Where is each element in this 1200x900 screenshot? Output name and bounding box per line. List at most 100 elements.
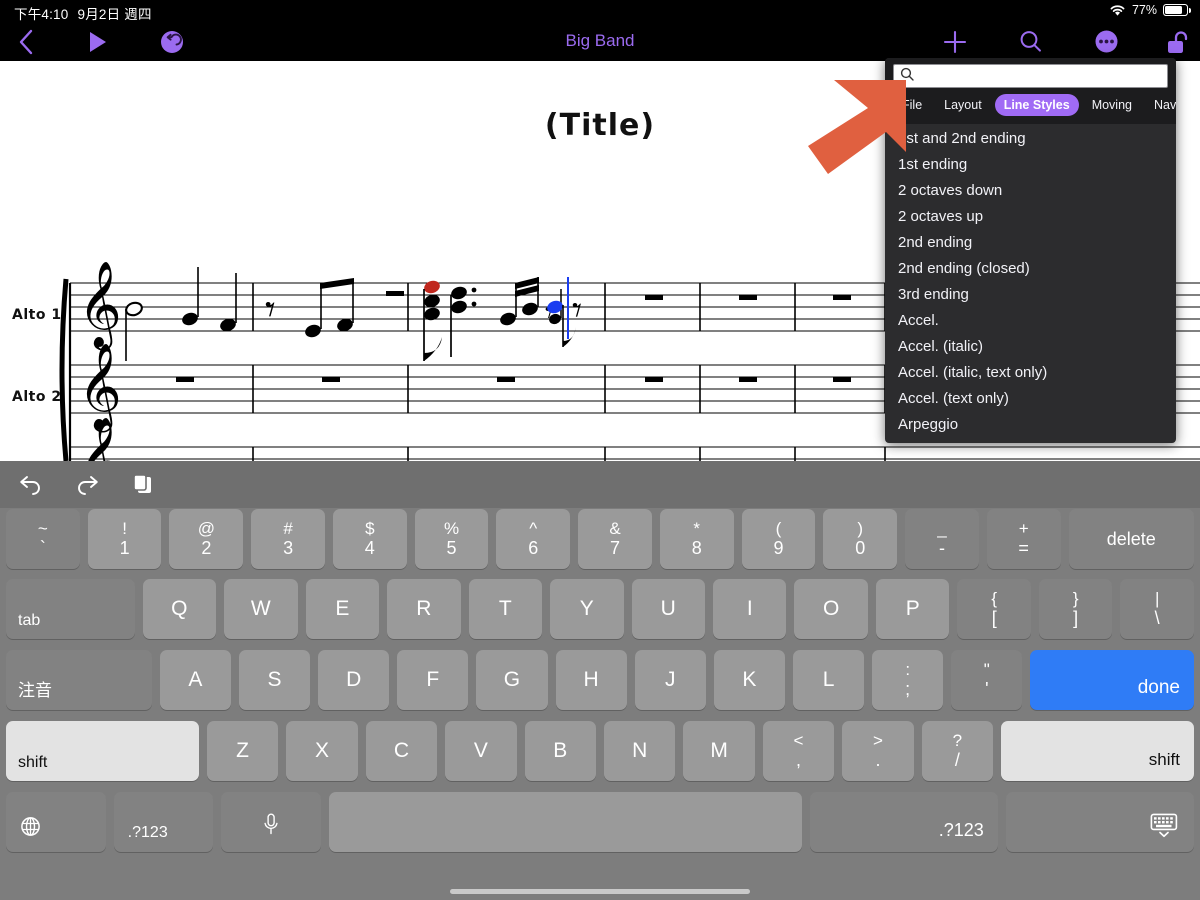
key-numeric-right[interactable]: .?123: [809, 792, 998, 852]
battery-icon: [1163, 4, 1191, 16]
key-r[interactable]: R: [387, 579, 461, 639]
key-3[interactable]: # 3: [251, 509, 325, 569]
key-4[interactable]: $ 4: [332, 509, 407, 569]
key-d[interactable]: D: [318, 650, 390, 710]
list-item[interactable]: Accel. (italic): [885, 334, 1176, 360]
key-shift-left[interactable]: shift: [6, 721, 199, 781]
key-v[interactable]: V: [445, 721, 517, 781]
search-input[interactable]: [919, 66, 1161, 86]
hide-keyboard-icon[interactable]: [1005, 792, 1194, 852]
list-item[interactable]: Accel. (text only): [885, 386, 1176, 412]
key-7[interactable]: & 7: [578, 509, 652, 569]
key-0[interactable]: ) 0: [823, 509, 898, 569]
keyboard-row-shift: shift Z X C V B N M < , > . ? / shift: [0, 721, 1200, 792]
key-s[interactable]: S: [238, 650, 311, 710]
key-o[interactable]: O: [794, 579, 868, 639]
undo-icon[interactable]: [16, 470, 46, 500]
list-item[interactable]: 2nd ending (closed): [885, 256, 1176, 282]
list-item[interactable]: 1st ending: [885, 152, 1176, 178]
key-8[interactable]: * 8: [659, 509, 734, 569]
battery-percent: 77%: [1131, 3, 1157, 17]
key-numeric-left[interactable]: .?123: [113, 792, 214, 852]
popover-tab-bar: File Layout Line Styles Moving Navigati: [885, 92, 1176, 124]
key-a[interactable]: A: [159, 650, 231, 710]
list-item[interactable]: 1st and 2nd ending: [885, 126, 1176, 152]
popover-search-field[interactable]: [893, 64, 1168, 88]
key-9[interactable]: ( 9: [741, 509, 816, 569]
list-item[interactable]: Accel.: [885, 308, 1176, 334]
key-c[interactable]: C: [365, 721, 438, 781]
key-w[interactable]: W: [224, 579, 298, 639]
key-h[interactable]: H: [555, 650, 627, 710]
key-bracket-right[interactable]: } ]: [1038, 579, 1113, 639]
key-6[interactable]: ^ 6: [496, 509, 571, 569]
svg-text:𝄾: 𝄾: [572, 288, 582, 332]
list-item[interactable]: 2 octaves up: [885, 204, 1176, 230]
microphone-icon[interactable]: [221, 792, 322, 852]
tab-moving[interactable]: Moving: [1083, 94, 1141, 116]
key-backslash[interactable]: | \: [1120, 579, 1194, 639]
plus-icon[interactable]: [935, 22, 975, 61]
key-delete[interactable]: delete: [1068, 509, 1194, 569]
list-item[interactable]: 2nd ending: [885, 230, 1176, 256]
key-period[interactable]: > .: [842, 721, 914, 781]
key-e[interactable]: E: [305, 579, 380, 639]
key-2[interactable]: @ 2: [169, 509, 244, 569]
globe-icon[interactable]: [6, 792, 106, 852]
unlocked-padlock-icon[interactable]: [1160, 22, 1196, 61]
key-j[interactable]: J: [634, 650, 706, 710]
tab-line-styles[interactable]: Line Styles: [994, 94, 1079, 116]
key-g[interactable]: G: [476, 650, 548, 710]
key-quote[interactable]: " ': [951, 650, 1023, 710]
key-q[interactable]: Q: [142, 579, 217, 639]
keyboard-rows: ~ ` ! 1 @ 2 # 3 $ 4 % 5 ^ 6 & 7 * 8 (9 …: [0, 508, 1200, 863]
list-item[interactable]: 3rd ending: [885, 282, 1176, 308]
key-slash[interactable]: ? /: [921, 721, 994, 781]
search-icon[interactable]: [1010, 22, 1050, 61]
line-styles-list[interactable]: 1st and 2nd ending 1st ending 2 octaves …: [885, 124, 1176, 438]
more-circle-icon[interactable]: [1086, 22, 1126, 61]
key-t[interactable]: T: [468, 579, 543, 639]
key-i[interactable]: I: [713, 579, 787, 639]
keyboard-row-home: 注音 A S D F G H J K L : ; " ' done: [0, 650, 1200, 721]
key-equals[interactable]: + =: [986, 509, 1061, 569]
status-bar: 下午4:10 9月2日 週四 77%: [0, 0, 1200, 22]
key-5[interactable]: % 5: [414, 509, 489, 569]
key-done[interactable]: done: [1030, 650, 1195, 710]
key-backtick[interactable]: ~ `: [6, 509, 80, 569]
key-b[interactable]: B: [524, 721, 596, 781]
key-k[interactable]: K: [713, 650, 785, 710]
key-1[interactable]: ! 1: [87, 509, 162, 569]
key-u[interactable]: U: [631, 579, 705, 639]
key-l[interactable]: L: [792, 650, 865, 710]
redo-icon[interactable]: [72, 470, 102, 500]
onscreen-keyboard: ~ ` ! 1 @ 2 # 3 $ 4 % 5 ^ 6 & 7 * 8 (9 …: [0, 461, 1200, 900]
key-f[interactable]: F: [397, 650, 469, 710]
key-n[interactable]: N: [603, 721, 676, 781]
line-styles-popover[interactable]: File Layout Line Styles Moving Navigati …: [885, 58, 1176, 443]
key-minus[interactable]: _ -: [905, 509, 979, 569]
keyboard-row-qwerty: tab Q W E R T Y U I O P { [ } ] | \: [0, 579, 1200, 650]
key-shift-right[interactable]: shift: [1001, 721, 1194, 781]
key-semicolon[interactable]: : ;: [872, 650, 944, 710]
svg-text:𝄾: 𝄾: [545, 296, 553, 331]
key-bracket-left[interactable]: { [: [957, 579, 1031, 639]
list-item[interactable]: 2 octaves down: [885, 178, 1176, 204]
key-m[interactable]: M: [683, 721, 755, 781]
key-tab[interactable]: tab: [6, 579, 135, 639]
key-space[interactable]: [329, 792, 802, 852]
tab-layout[interactable]: Layout: [935, 94, 991, 116]
key-y[interactable]: Y: [550, 579, 624, 639]
tab-navigation[interactable]: Navigati: [1145, 94, 1176, 116]
key-z[interactable]: Z: [206, 721, 279, 781]
paste-icon[interactable]: [128, 470, 158, 500]
svg-text:𝄞: 𝄞: [78, 417, 122, 461]
list-item[interactable]: Accel. (italic, text only): [885, 360, 1176, 386]
key-comma[interactable]: < ,: [762, 721, 835, 781]
ipad-screen: 下午4:10 9月2日 週四 77% Big Band (Title) Alto…: [0, 0, 1200, 900]
key-ime-zhuyin[interactable]: 注音: [6, 650, 152, 710]
key-x[interactable]: X: [286, 721, 358, 781]
list-item[interactable]: Arpeggio: [885, 412, 1176, 438]
key-p[interactable]: P: [875, 579, 950, 639]
arrow-up-right-icon: [806, 78, 910, 176]
